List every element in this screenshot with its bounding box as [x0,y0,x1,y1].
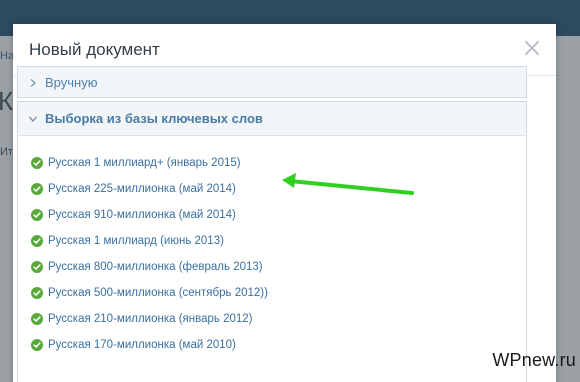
section-manual-header[interactable]: Вручную [17,66,527,98]
database-item[interactable]: Русская 170-миллионка (май 2010) [31,332,268,358]
chevron-down-icon [28,114,38,124]
check-circle-icon [31,235,43,247]
database-label: Русская 225-миллионка (май 2014) [48,183,236,195]
database-label: Русская 210-миллионка (январь 2012) [48,313,253,325]
section-keyword-db-header[interactable]: Выборка из базы ключевых слов [17,101,527,136]
check-circle-icon [31,261,43,273]
database-label: Русская 1 миллиард+ (январь 2015) [48,157,241,169]
section-keyword-db-label: Выборка из базы ключевых слов [45,111,263,126]
database-item[interactable]: Русская 1 миллиард+ (январь 2015) [31,150,268,176]
database-item[interactable]: Русская 1 миллиард (июнь 2013) [31,228,268,254]
check-circle-icon [31,183,43,195]
chevron-right-icon [28,78,38,88]
database-item[interactable]: Русская 210-миллионка (январь 2012) [31,306,268,332]
database-item[interactable]: Русская 225-миллионка (май 2014) [31,176,268,202]
dialog-title: Новый документ [29,40,160,59]
database-label: Русская 170-миллионка (май 2010) [48,339,236,351]
check-circle-icon [31,157,43,169]
database-item[interactable]: Русская 910-миллионка (май 2014) [31,202,268,228]
check-circle-icon [31,313,43,325]
check-circle-icon [31,209,43,221]
database-label: Русская 500-миллионка (сентябрь 2012)) [48,287,268,299]
database-item[interactable]: Русская 500-миллионка (сентябрь 2012)) [31,280,268,306]
close-button[interactable] [522,38,542,58]
database-item[interactable]: Русская 800-миллионка (февраль 2013) [31,254,268,280]
section-manual-label: Вручную [45,75,98,90]
database-label: Русская 910-миллионка (май 2014) [48,209,236,221]
check-circle-icon [31,287,43,299]
watermark-text: WPnew.ru [492,350,576,370]
check-circle-icon [31,339,43,351]
section-keyword-db-body: Русская 1 миллиард+ (январь 2015) Русска… [17,136,527,382]
database-label: Русская 800-миллионка (февраль 2013) [48,261,263,273]
database-list: Русская 1 миллиард+ (январь 2015) Русска… [31,150,268,358]
database-label: Русская 1 миллиард (июнь 2013) [48,235,224,247]
close-icon [525,41,539,55]
